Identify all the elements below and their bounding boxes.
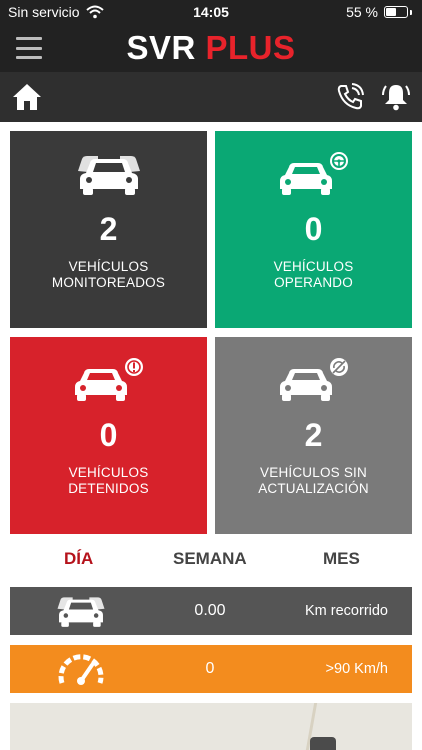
car-fleet-icon (57, 597, 105, 627)
car-steering-icon (279, 152, 348, 195)
tab-semana[interactable]: SEMANA (173, 549, 247, 569)
toolbar (0, 72, 422, 122)
tile-vehiculos-operando[interactable]: 0 VEHÍCULOS OPERANDO (215, 131, 412, 328)
tile-label-line: MONITOREADOS (51, 275, 166, 290)
battery-icon (384, 6, 408, 18)
tile-count: 2 (304, 417, 323, 453)
tile-label: VEHÍCULOS DETENIDOS (10, 465, 207, 497)
alarm-bell-icon[interactable] (382, 82, 410, 112)
tile-label: VEHÍCULOS MONITOREADOS (10, 259, 207, 291)
car-no-sync-icon (279, 358, 348, 401)
km-value: 0.00 (194, 602, 226, 619)
phone-signal-icon[interactable] (336, 83, 364, 111)
tile-label-line: VEHÍCULOS SIN (260, 465, 367, 480)
tile-label-line: VEHÍCULOS (273, 259, 354, 274)
exceso-velocidad-row: 0 >90 Km/h (10, 645, 412, 693)
tile-count: 0 (304, 211, 323, 247)
km-label: Km recorrido (305, 603, 388, 619)
status-bar: Sin servicio 14:05 55 % (0, 0, 422, 24)
km-recorrido-row: 0.00 Km recorrido (10, 587, 412, 635)
tile-icon-wrap (10, 151, 207, 201)
logo-text-svr: SVR (126, 29, 196, 66)
tab-mes[interactable]: MES (323, 549, 360, 569)
tile-label-line: VEHÍCULOS (68, 259, 149, 274)
vehicle-marker-icon[interactable] (310, 737, 336, 750)
app-header: SVR PLUS (0, 24, 422, 72)
car-alert-icon (74, 358, 143, 401)
speedometer-icon (58, 654, 104, 685)
speed-label: >90 Km/h (325, 661, 388, 677)
car-fleet-icon (77, 156, 140, 195)
tile-label-line: VEHÍCULOS (68, 465, 149, 480)
tile-vehiculos-monitoreados[interactable]: 2 VEHÍCULOS MONITOREADOS (10, 131, 207, 328)
tile-label: VEHÍCULOS SIN ACTUALIZACIÓN (215, 465, 412, 497)
tile-label-line: DETENIDOS (68, 481, 149, 496)
logo-text-plus: PLUS (205, 29, 296, 66)
battery-group: 55 % (346, 4, 412, 20)
app-logo: SVR PLUS (0, 29, 422, 67)
tile-count: 0 (99, 417, 118, 453)
tile-label-line: ACTUALIZACIÓN (258, 481, 369, 496)
battery-tip (410, 9, 412, 15)
tile-label-line: OPERANDO (274, 275, 353, 290)
battery-percent: 55 % (346, 4, 378, 20)
tile-vehiculos-sin-actualizacion[interactable]: 2 VEHÍCULOS SIN ACTUALIZACIÓN (215, 337, 412, 534)
tile-label: VEHÍCULOS OPERANDO (215, 259, 412, 291)
tab-dia[interactable]: DÍA (64, 549, 93, 569)
tile-icon-wrap (215, 151, 412, 201)
tile-count: 2 (99, 211, 118, 247)
tile-vehiculos-detenidos[interactable]: 0 VEHÍCULOS DETENIDOS (10, 337, 207, 534)
period-tabs: DÍA SEMANA MES (0, 545, 422, 575)
home-icon[interactable] (12, 83, 42, 111)
tile-icon-wrap (10, 357, 207, 407)
map-preview[interactable] (10, 703, 412, 750)
speed-value: 0 (205, 660, 215, 677)
battery-level (386, 8, 396, 16)
tile-icon-wrap (215, 357, 412, 407)
